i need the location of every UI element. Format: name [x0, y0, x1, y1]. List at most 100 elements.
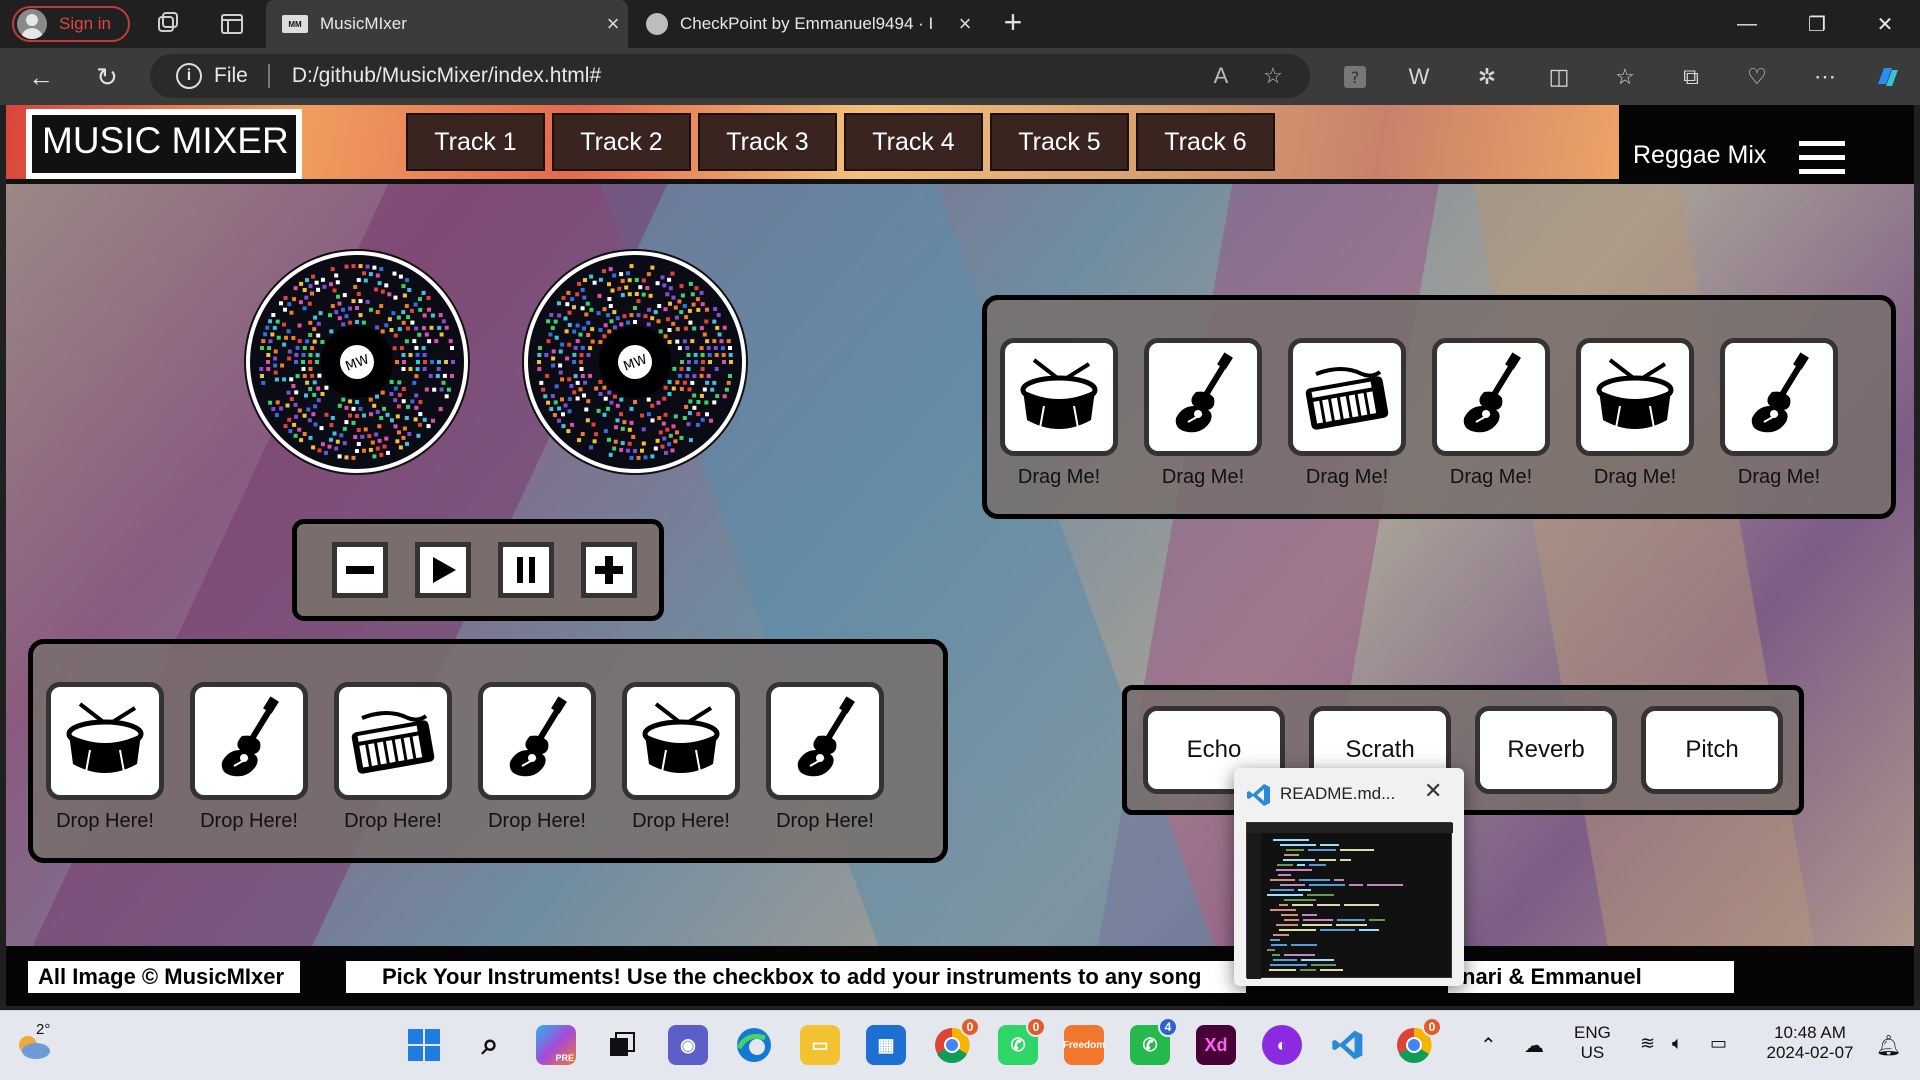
battery-icon[interactable]: ▭ [1710, 1033, 1727, 1054]
tab-checkpoint[interactable]: CheckPoint by Emmanuel9494 · I × [630, 0, 980, 48]
pause-icon [517, 557, 535, 583]
close-preview-icon[interactable]: ✕ [1424, 778, 1442, 804]
drop-zone-item-6[interactable]: Drop Here! [765, 682, 885, 833]
logo[interactable]: MUSIC MIXER [26, 109, 302, 179]
guitar-icon[interactable] [1432, 338, 1550, 456]
workspaces-icon[interactable] [154, 10, 182, 38]
whatsapp-icon[interactable]: ✆ 4 [1130, 1017, 1178, 1065]
chrome-badge: 0 [960, 1017, 980, 1037]
keyboard-icon[interactable] [334, 682, 452, 800]
file-explorer-icon[interactable]: ▭ [800, 1025, 840, 1065]
track-6-button[interactable]: Track 6 [1136, 113, 1275, 171]
drop-zone-item-4[interactable]: Drop Here! [477, 682, 597, 833]
language-code: ENG [1574, 1023, 1611, 1042]
microsoft-store-icon[interactable]: ▦ [866, 1025, 906, 1065]
mix-menu: Reggae Mix [1619, 105, 1914, 184]
github-desktop-icon[interactable]: ◐ [1262, 1025, 1302, 1065]
teams-meet-icon[interactable]: ◉ [668, 1025, 708, 1065]
drum-icon[interactable] [1576, 338, 1694, 456]
input-language[interactable]: ENG US [1574, 1023, 1611, 1063]
track-1-button[interactable]: Track 1 [406, 113, 545, 171]
wifi-icon[interactable]: ≋ [1640, 1033, 1655, 1054]
chrome-profile-icon[interactable]: 0 [1394, 1017, 1442, 1065]
search-icon[interactable]: ⌕ [470, 1025, 510, 1065]
drag-instrument-item-1[interactable]: Drag Me! [999, 338, 1119, 489]
adobe-xd-icon[interactable]: Xd [1196, 1025, 1236, 1065]
drum-icon[interactable] [1000, 338, 1118, 456]
address-bar[interactable]: i File D:/github/MusicMixer/index.html# … [150, 54, 1310, 98]
vinyl-record-left[interactable]: MW MW [246, 251, 468, 473]
freedom-app-icon[interactable]: Freedom [1063, 1025, 1105, 1065]
edge-browser-icon[interactable] [734, 1025, 774, 1065]
read-aloud-icon[interactable]: A [1208, 63, 1234, 89]
guitar-icon[interactable] [190, 682, 308, 800]
guitar-icon[interactable] [1144, 338, 1262, 456]
drag-instrument-item-6[interactable]: Drag Me! [1719, 338, 1839, 489]
split-screen-icon[interactable]: ◫ [1544, 62, 1574, 92]
chrome-icon[interactable]: 0 [932, 1017, 980, 1065]
help-extension-icon[interactable]: ? [1340, 62, 1370, 92]
onedrive-icon[interactable]: ☁ [1524, 1033, 1544, 1058]
copilot-icon[interactable] [1872, 62, 1902, 92]
keyboard-icon[interactable] [1288, 338, 1406, 456]
drag-instrument-item-2[interactable]: Drag Me! [1143, 338, 1263, 489]
drop-zone-item-2[interactable]: Drop Here! [189, 682, 309, 833]
drop-zone-item-1[interactable]: Drop Here! [45, 682, 165, 833]
drum-icon[interactable] [622, 682, 740, 800]
collections-icon[interactable]: ⧉ [1676, 62, 1706, 92]
track-2-button[interactable]: Track 2 [552, 113, 691, 171]
vinyl-record-right[interactable]: MW MW [524, 251, 746, 473]
volume-up-button[interactable] [581, 542, 637, 598]
guitar-icon[interactable] [766, 682, 884, 800]
wappalyzer-extension-icon[interactable]: W [1404, 62, 1434, 92]
reverb-button[interactable]: Reverb [1475, 706, 1617, 794]
close-tab-icon[interactable]: × [598, 11, 628, 37]
track-3-button[interactable]: Track 3 [698, 113, 837, 171]
play-button[interactable] [415, 542, 471, 598]
vscode-preview-popup[interactable]: README.md... ✕ [1234, 768, 1464, 986]
tab-musicmixer[interactable]: MM MusicMIxer × [266, 0, 628, 48]
volume-down-button[interactable] [332, 542, 388, 598]
drop-zone-item-3[interactable]: Drop Here! [333, 682, 453, 833]
show-hidden-icons-icon[interactable]: ⌃ [1480, 1033, 1497, 1058]
drag-instrument-item-4[interactable]: Drag Me! [1431, 338, 1551, 489]
drag-instrument-label: Drag Me! [1737, 466, 1821, 488]
browser-essentials-icon[interactable]: ♡ [1742, 62, 1772, 92]
start-button[interactable] [404, 1025, 444, 1065]
clock[interactable]: 10:48 AM 2024-02-07 [1758, 1023, 1862, 1063]
extensions-puzzle-icon[interactable]: ✲ [1472, 62, 1502, 92]
drag-instrument-label: Drag Me! [1161, 466, 1245, 488]
more-menu-icon[interactable]: ⋯ [1810, 62, 1840, 92]
back-icon[interactable]: ← [24, 60, 58, 94]
whatsapp-beta-icon[interactable]: ✆ 0 [998, 1017, 1046, 1065]
weather-widget[interactable]: 2° [14, 1021, 54, 1063]
close-tab-icon[interactable]: × [950, 11, 980, 37]
track-5-button[interactable]: Track 5 [990, 113, 1129, 171]
track-4-button[interactable]: Track 4 [844, 113, 983, 171]
volume-icon[interactable]: 🔈︎ [1672, 1033, 1683, 1054]
drum-icon[interactable] [46, 682, 164, 800]
restore-button[interactable]: ❐ [1782, 0, 1852, 48]
task-view-icon[interactable] [602, 1025, 642, 1065]
pitch-button[interactable]: Pitch [1641, 706, 1783, 794]
drop-zone-item-5[interactable]: Drop Here! [621, 682, 741, 833]
tab-actions-icon[interactable] [218, 10, 246, 38]
guitar-icon[interactable] [1720, 338, 1838, 456]
close-window-button[interactable]: ✕ [1850, 0, 1920, 48]
copilot-taskbar-icon[interactable]: PRE [536, 1025, 576, 1065]
favorite-star-icon[interactable]: ☆ [1260, 63, 1286, 89]
refresh-icon[interactable]: ↻ [90, 60, 124, 94]
site-info-icon[interactable]: i [176, 63, 202, 89]
guitar-icon[interactable] [478, 682, 596, 800]
minimize-button[interactable]: — [1712, 0, 1782, 48]
hamburger-menu-icon[interactable] [1799, 141, 1845, 175]
pause-button[interactable] [498, 542, 554, 598]
favorites-icon[interactable]: ☆ [1610, 62, 1640, 92]
drag-instrument-item-3[interactable]: Drag Me! [1287, 338, 1407, 489]
vscode-taskbar-icon[interactable] [1328, 1025, 1368, 1065]
new-tab-button[interactable]: + [996, 6, 1030, 40]
sign-in-button[interactable]: Sign in [12, 6, 130, 42]
url-text[interactable]: D:/github/MusicMixer/index.html# [292, 64, 601, 88]
notification-bell-icon[interactable]: 🔔︎ [1876, 1033, 1901, 1058]
drag-instrument-item-5[interactable]: Drag Me! [1575, 338, 1695, 489]
